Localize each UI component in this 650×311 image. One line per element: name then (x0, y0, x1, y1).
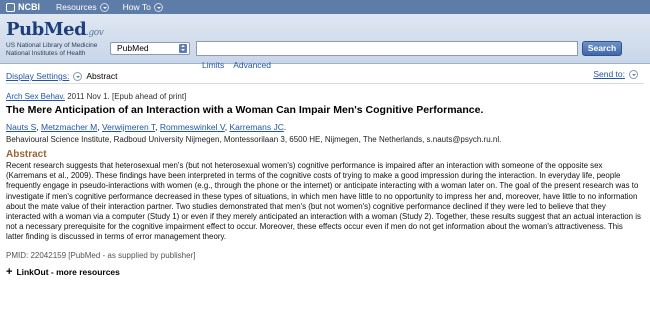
howto-menu[interactable]: How To (123, 2, 163, 12)
resources-menu-label: Resources (56, 2, 97, 12)
resources-menu[interactable]: Resources (56, 2, 109, 12)
chevron-down-icon (153, 2, 163, 12)
author-list: Nauts S, Metzmacher M, Verwijmeren T, Ro… (6, 122, 287, 132)
citation-details: 2011 Nov 1. [Epub ahead of print] (65, 92, 187, 101)
database-select-value: PubMed (117, 43, 149, 53)
display-settings-link[interactable]: Display Settings: (6, 71, 69, 81)
divider (6, 83, 644, 84)
abstract-heading: Abstract (6, 149, 47, 160)
pubmed-logo[interactable]: PubMed.gov US National Library of Medici… (6, 19, 104, 57)
article: Arch Sex Behav. 2011 Nov 1. [Epub ahead … (6, 92, 644, 277)
article-title: The Mere Anticipation of an Interaction … (6, 104, 484, 116)
author-link[interactable]: Verwijmeren T (102, 122, 155, 132)
ncbi-logo[interactable]: NCBI (6, 2, 40, 12)
author-link[interactable]: Metzmacher M (41, 122, 97, 132)
ncbi-logo-icon (6, 2, 15, 12)
ncbi-top-bar: NCBI Resources How To (0, 0, 650, 14)
abstract-text: Recent research suggests that heterosexu… (6, 161, 641, 242)
search-header: PubMed.gov US National Library of Medici… (0, 14, 650, 70)
citation: Arch Sex Behav. 2011 Nov 1. [Epub ahead … (6, 92, 644, 101)
display-format-value: Abstract (86, 71, 118, 81)
search-input[interactable] (196, 41, 578, 56)
affiliation: Behavioural Science Institute, Radboud U… (6, 135, 502, 144)
author-link[interactable]: Karremans JC (230, 122, 284, 132)
chevron-down-icon (99, 2, 109, 12)
nlm-subtitle: US National Library of Medicine National… (6, 42, 98, 57)
linkout-label: LinkOut - more resources (16, 266, 120, 277)
pubmed-wordmark: PubMed.gov (6, 19, 104, 40)
author-link[interactable]: Nauts S (6, 122, 36, 132)
pmid-line: PMID: 22042159 [PubMed - as supplied by … (6, 250, 196, 260)
linkout-toggle[interactable]: + LinkOut - more resources (6, 265, 644, 278)
ncbi-logo-text: NCBI (18, 2, 40, 12)
journal-link[interactable]: Arch Sex Behav. (6, 92, 65, 101)
howto-menu-label: How To (122, 2, 151, 12)
send-to-link[interactable]: Send to: (593, 69, 625, 79)
chevron-down-icon[interactable] (629, 69, 638, 79)
author-link[interactable]: Rommeswinkel V (160, 122, 225, 132)
send-to: Send to: (593, 69, 642, 79)
display-settings-row: Display Settings: Abstract Send to: (0, 69, 650, 83)
expand-plus-icon: + (6, 265, 13, 278)
select-arrows-icon (179, 44, 187, 53)
database-select[interactable]: PubMed (110, 42, 190, 55)
search-button[interactable]: Search (582, 41, 622, 56)
chevron-down-icon[interactable] (73, 71, 83, 81)
